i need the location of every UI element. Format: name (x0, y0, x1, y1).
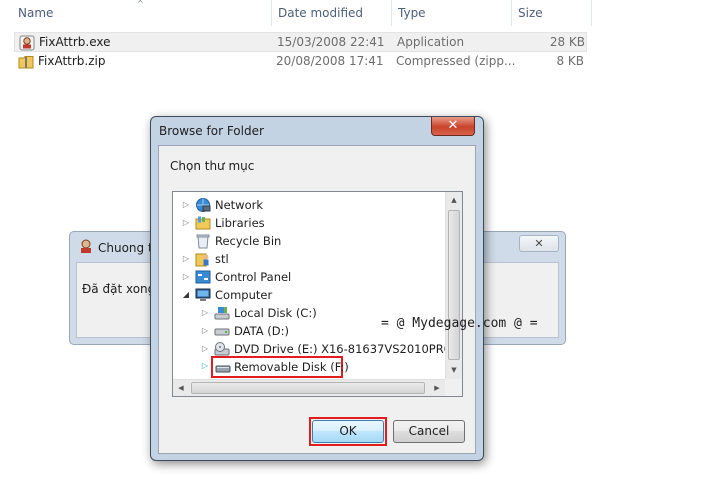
dvd-drive-icon (214, 342, 230, 356)
cancel-button[interactable]: Cancel (393, 420, 465, 443)
scrollbar-thumb[interactable] (191, 382, 425, 394)
tree-item-label: Network (215, 198, 264, 212)
close-button[interactable]: ✕ (519, 235, 559, 252)
watermark-text: = @ Mydegage.com @ = (381, 316, 538, 331)
file-name: FixAttrb.exe (39, 35, 111, 49)
file-size: 28 KB (549, 35, 585, 49)
scrollbar-corner (445, 379, 462, 396)
expand-arrow-icon[interactable]: ▷ (200, 357, 210, 375)
file-date: 20/08/2008 17:41 (276, 54, 384, 68)
file-name: FixAttrb.zip (38, 54, 106, 68)
scroll-right-icon[interactable]: ▶ (429, 380, 445, 396)
tree-item-libraries[interactable]: ▷ Libraries (181, 214, 441, 232)
scroll-down-icon[interactable]: ▼ (446, 362, 462, 378)
collapse-arrow-icon[interactable]: ◢ (181, 286, 191, 304)
zip-folder-icon (18, 56, 34, 69)
computer-icon (195, 288, 211, 301)
folder-tree[interactable]: ▷ Network ▷ Libraries Recycle Bin ▷ stl … (172, 191, 463, 397)
tree-item-computer[interactable]: ◢ Computer (181, 286, 441, 304)
tree-item-label: Removable Disk (F:) (234, 360, 349, 374)
close-button[interactable]: ✕ (431, 117, 475, 136)
expand-arrow-icon (181, 232, 191, 250)
tree-item-label: stl (215, 252, 229, 266)
dialog-prompt: Chọn thư mục (170, 159, 255, 173)
application-icon (19, 35, 35, 51)
libraries-icon (195, 216, 211, 230)
local-disk-icon (214, 307, 230, 320)
file-type: Compressed (zipp... (396, 54, 516, 68)
expand-arrow-icon[interactable]: ▷ (181, 268, 191, 286)
tree-item-label: Computer (215, 288, 273, 302)
file-type: Application (397, 35, 465, 49)
drive-icon (214, 328, 230, 336)
ok-button[interactable]: OK (312, 420, 384, 443)
column-header-size[interactable]: Size (512, 0, 592, 26)
tree-item-recycle-bin[interactable]: Recycle Bin (181, 232, 441, 250)
sort-ascending-icon: ^ (137, 0, 144, 8)
dialog-title: Browse for Folder (159, 124, 264, 138)
expand-arrow-icon[interactable]: ▷ (200, 304, 210, 322)
tree-item-label: Local Disk (C:) (234, 306, 317, 320)
network-icon (196, 198, 211, 212)
expand-arrow-icon[interactable]: ▷ (181, 196, 191, 214)
column-header-type[interactable]: Type (392, 0, 512, 26)
removable-disk-icon (215, 365, 231, 373)
tree-item-label: Control Panel (215, 270, 292, 284)
browse-for-folder-dialog: Browse for Folder ✕ Chọn thư mục ▷ Netwo… (150, 116, 484, 461)
vertical-scrollbar[interactable]: ▲ ▼ (445, 192, 462, 380)
expand-arrow-icon[interactable]: ▷ (200, 340, 210, 358)
user-folder-icon (195, 253, 209, 267)
tree-item-label: Libraries (215, 216, 265, 230)
close-icon: ✕ (447, 118, 459, 133)
file-list-header: Name ^ Date modified Type Size (0, 0, 724, 26)
expand-arrow-icon[interactable]: ▷ (181, 250, 191, 268)
window-title: Chuong t (98, 241, 153, 255)
scroll-left-icon[interactable]: ◀ (173, 380, 189, 396)
removable-disk-highlight[interactable]: Removable Disk (F:) (211, 356, 349, 378)
dialog-body: Chọn thư mục ▷ Network ▷ Libraries Recyc… (158, 145, 476, 454)
application-icon (81, 239, 91, 253)
horizontal-scrollbar[interactable]: ◀ ▶ (173, 379, 447, 396)
control-panel-icon (195, 270, 211, 284)
expand-arrow-icon[interactable]: ▷ (181, 214, 191, 232)
scrollbar-thumb[interactable] (448, 210, 460, 360)
status-message: Đã đặt xong (82, 282, 156, 296)
column-header-date[interactable]: Date modified (272, 0, 392, 26)
close-icon: ✕ (534, 237, 544, 250)
tree-item-label: DATA (D:) (234, 324, 289, 338)
file-row-fixattrb-zip[interactable]: FixAttrb.zip 20/08/2008 17:41 Compressed… (14, 52, 587, 72)
tree-item-control-panel[interactable]: ▷ Control Panel (181, 268, 441, 286)
file-date: 15/03/2008 22:41 (277, 35, 385, 49)
tree-item-stl[interactable]: ▷ stl (181, 250, 441, 268)
file-row-fixattrb-exe[interactable]: FixAttrb.exe 15/03/2008 22:41 Applicatio… (14, 32, 587, 52)
tree-item-label: Recycle Bin (215, 234, 282, 248)
tree-item-network[interactable]: ▷ Network (181, 196, 441, 214)
recycle-bin-icon (196, 234, 210, 249)
scroll-up-icon[interactable]: ▲ (446, 192, 462, 208)
file-size: 8 KB (556, 54, 584, 68)
expand-arrow-icon[interactable]: ▷ (200, 322, 210, 340)
